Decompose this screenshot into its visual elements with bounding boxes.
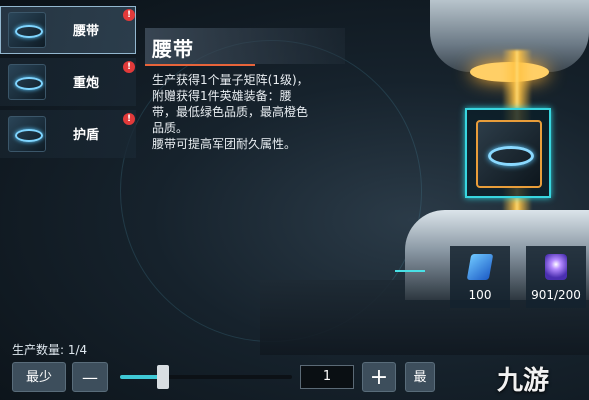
- min-button[interactable]: 最少: [12, 362, 66, 392]
- resource-cube[interactable]: 901/200: [526, 246, 586, 308]
- decor-line: [395, 270, 425, 272]
- minus-button[interactable]: —: [72, 362, 108, 392]
- cannon-thumbnail-icon: [8, 64, 46, 100]
- belt-ring-icon: [488, 146, 534, 166]
- resource-value: 901/200: [531, 288, 581, 302]
- sidebar-item-cannon[interactable]: 重炮 !: [0, 58, 136, 106]
- sidebar-item-shield[interactable]: 护盾 !: [0, 110, 136, 158]
- belt-thumbnail-icon: [8, 12, 46, 48]
- product-crate-icon: [476, 120, 542, 188]
- quantity-input[interactable]: 1: [300, 365, 354, 389]
- alert-badge: !: [123, 113, 135, 125]
- resource-value: 100: [468, 288, 492, 302]
- purple-cube-icon: [545, 254, 567, 280]
- item-description: 生产获得1个量子矩阵(1级)， 附赠获得1件英雄装备：腰 带，最低绿色品质，最高…: [152, 73, 309, 151]
- sidebar-item-belt[interactable]: 腰带 !: [0, 6, 136, 54]
- blue-crystal-icon: [466, 254, 494, 280]
- sidebar-item-label: 重炮: [72, 76, 99, 91]
- sidebar-item-label: 护盾: [72, 128, 99, 143]
- sidebar-item-label: 腰带: [72, 24, 99, 39]
- alert-badge: !: [123, 61, 135, 73]
- shield-thumbnail-icon: [8, 116, 46, 152]
- alert-badge: !: [123, 9, 135, 21]
- watermark-logo: 九游: [497, 366, 550, 396]
- max-button[interactable]: 最: [405, 362, 435, 392]
- quantity-label: 生产数量: 1/4: [12, 343, 88, 357]
- slider-handle[interactable]: [157, 365, 169, 389]
- title-underline: [145, 64, 255, 66]
- product-preview[interactable]: [465, 108, 551, 198]
- plus-button[interactable]: +: [362, 362, 396, 392]
- page-title: 腰带: [152, 37, 194, 61]
- resource-crystal[interactable]: 100: [450, 246, 510, 308]
- quantity-slider[interactable]: [120, 375, 292, 379]
